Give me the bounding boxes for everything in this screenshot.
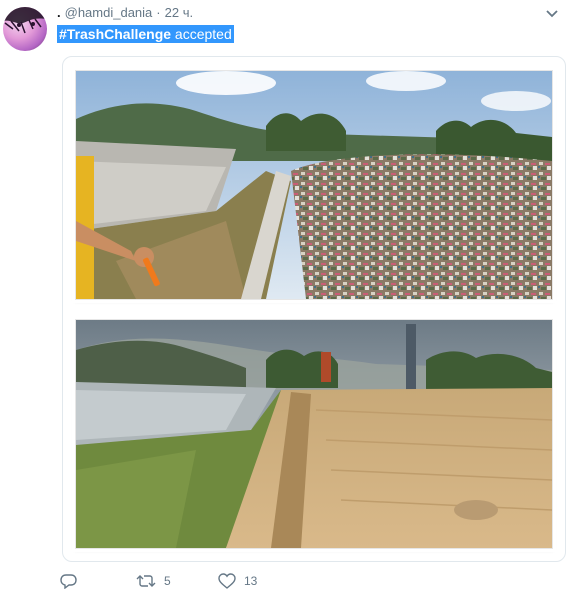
avatar[interactable]	[3, 7, 47, 51]
like-button[interactable]: 13	[218, 573, 257, 589]
tweet-header: . @hamdi_dania · 22 ч.	[57, 5, 193, 20]
reply-button[interactable]	[60, 573, 136, 589]
landfill-after-image	[76, 320, 552, 548]
tweet-text: #TrashChallenge accepted	[57, 25, 234, 43]
display-name[interactable]: .	[57, 5, 61, 20]
like-count: 13	[244, 574, 258, 588]
user-handle[interactable]: @hamdi_dania	[65, 5, 153, 20]
media-container[interactable]	[62, 56, 566, 562]
photo-landfill-before[interactable]	[75, 70, 553, 300]
separator: ·	[156, 5, 161, 20]
timestamp[interactable]: 22 ч.	[165, 5, 193, 20]
tweet-body: accepted	[171, 26, 232, 42]
reply-icon	[60, 574, 77, 589]
retweet-button[interactable]: 5	[136, 573, 218, 589]
chevron-down-icon[interactable]	[545, 8, 559, 20]
landfill-before-image	[76, 71, 552, 299]
heart-icon	[218, 573, 236, 589]
hashtag-link[interactable]: #TrashChallenge	[59, 26, 171, 42]
retweet-icon	[136, 575, 156, 587]
retweet-count: 5	[164, 574, 171, 588]
avatar-image	[3, 7, 47, 34]
photo-landfill-after[interactable]	[75, 319, 553, 549]
tweet-actions: 5 13	[60, 573, 257, 589]
